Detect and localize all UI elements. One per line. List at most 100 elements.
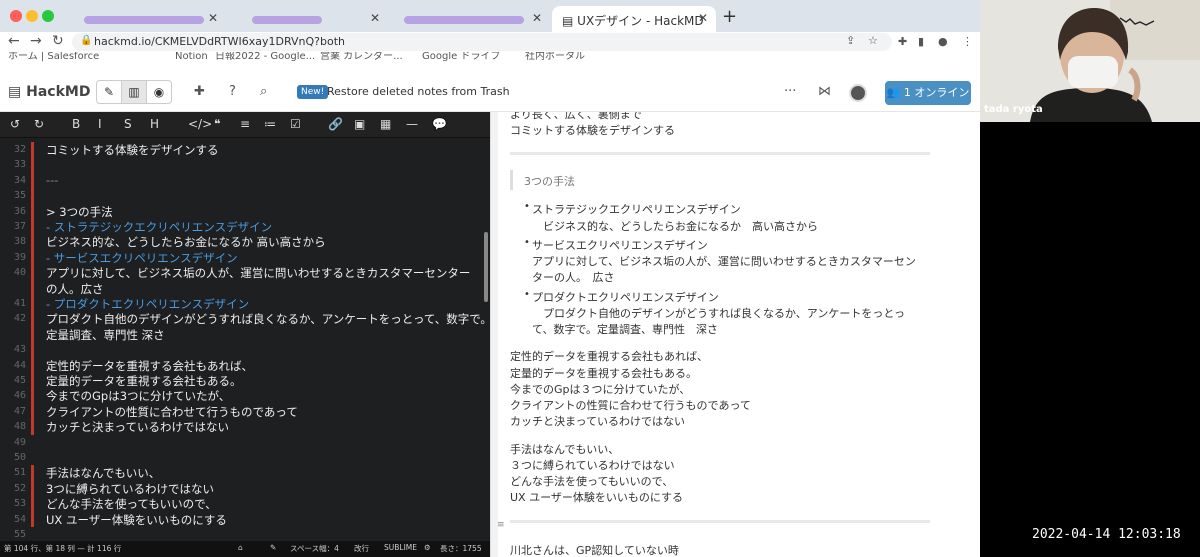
pane-divider[interactable] [490,112,498,557]
back-button[interactable]: ← [8,33,20,49]
maximize-window-button[interactable] [42,10,54,22]
sidepanel-icon[interactable]: ▮ [918,35,924,48]
code-line[interactable]: どんな手法を使ってもいいので、 [46,496,486,512]
profile-avatar[interactable]: ● [938,35,948,48]
checkbox-icon[interactable]: ☑ [290,117,301,131]
brush-icon[interactable]: ✎ [270,543,276,552]
timestamp: 2022-04-14 12:03:18 [1032,527,1181,542]
new-tab-button[interactable]: + [722,6,737,27]
bookmark-item[interactable]: 営業 カレンダー... [320,52,403,62]
preview-text: どんな手法を使ってもいいので、 [510,475,674,488]
announcement-link[interactable]: Restore deleted notes from Trash [327,85,510,98]
horizontal-line-icon[interactable]: — [406,117,418,131]
browser-tab[interactable]: ✕ [60,6,226,32]
italic-icon[interactable]: I [98,117,102,131]
keymap-setting[interactable]: SUBLIME [384,543,417,552]
line-gutter: 32 33 34 35 36 37 38 39 40 41 42 43 44 45 46 47 48 49 50 51… [0,138,30,540]
code-line[interactable]: - サービスエクリペリエンスデザイン [46,250,486,266]
menu-icon[interactable]: ⋮ [962,35,973,48]
bookmark-item[interactable]: 日報2022 - Google... [215,52,315,62]
change-marker [31,403,34,420]
lock-icon[interactable]: ⌂ [238,543,243,552]
both-mode-columns-icon[interactable]: ▥ [122,81,147,103]
search-icon[interactable]: ⌕ [260,84,267,99]
markdown-editor[interactable]: ↺ ↻ B I S H </> ❝ ≡ ≔ ☑ 🔗 ▣ ▦ — 💬 32 33 34 35 36 37 38 39 40 41 4… [0,112,490,557]
quote-icon[interactable]: ❝ [214,117,220,131]
browser-tab[interactable]: ✕ [390,6,550,32]
view-mode-eye-icon[interactable]: ◉ [147,81,171,103]
close-icon[interactable]: ✕ [698,11,708,25]
code-line[interactable]: アプリに対して、ビジネス垢の人が、運営に問いわせするときカスタマーセンター [46,265,486,281]
close-icon[interactable]: ✕ [532,11,542,25]
bold-icon[interactable]: B [72,117,80,131]
line-number: 39 [13,251,26,263]
bookmark-item[interactable]: Google ドライブ [422,52,500,62]
code-line[interactable]: --- [46,173,486,187]
edit-mode-pencil-icon[interactable]: ✎ [97,81,122,103]
extensions-icon[interactable]: ✚ [898,35,907,48]
lock-icon: 🔒 [80,35,93,46]
bullet-body: アプリに対して、ビジネス垢の人が、運営に問いわせするときカスタマーセン [532,255,916,268]
close-icon[interactable]: ✕ [370,11,380,25]
line-number: 51 [13,467,26,479]
code-line[interactable]: UX ユーザー体験をいいものにする [46,512,486,528]
bookmark-item[interactable]: Notion [175,52,208,62]
code-line[interactable]: 定量的データを重視する会社もある。 [46,373,486,389]
code-line[interactable]: > 3つの手法 [46,204,486,220]
code-line[interactable]: 定性的データを重視する会社もあれば、 [46,358,486,374]
code-line[interactable]: 定量調査、専門性 深さ [46,327,486,343]
bullet-list-icon[interactable]: ≡ [240,117,250,131]
bookmark-star-icon[interactable]: ☆ [868,34,878,47]
reload-button[interactable]: ↻ [52,33,64,49]
code-line[interactable]: 今までのGpは3つに分けていたが、 [46,388,486,404]
editor-scrollbar[interactable] [484,232,488,302]
code-line[interactable]: ビジネス的な、どうしたらお金になるか 高い高さから [46,234,486,250]
url-text: hackmd.io/CKMELVDdRTWI6xay1DRVnQ?both [94,35,345,48]
numbered-list-icon[interactable]: ≔ [264,117,276,131]
code-line[interactable]: クライアントの性質に合わせて行うものであって [46,404,486,420]
code-line[interactable]: - ストラテジックエクリペリエンスデザイン [46,219,486,235]
preview-text: 定性的データを重視する会社もあれば、 [510,350,708,363]
bookmark-item[interactable]: ホーム | Salesforce [8,52,99,62]
newline-setting[interactable]: 改行 [354,543,369,554]
comment-icon[interactable]: 💬 [432,117,447,131]
bookmark-item[interactable]: 社内ポータル [525,52,585,62]
code-line[interactable]: 3つに縛られているわけではない [46,481,486,497]
online-users-button[interactable]: 👥 1 オンライン [885,81,971,105]
table-icon[interactable]: ▦ [380,117,391,131]
code-line[interactable]: の人。広さ [46,281,486,297]
strikethrough-icon[interactable]: S [124,117,132,131]
plus-icon[interactable]: ✚ [194,84,205,99]
image-icon[interactable]: ▣ [354,117,365,131]
undo-icon[interactable]: ↺ [10,117,20,131]
code-line[interactable]: コミットする体験をデザインする [46,142,486,158]
heading-icon[interactable]: H [150,117,159,131]
change-marker [31,188,34,204]
redo-icon[interactable]: ↻ [34,117,44,131]
code-icon[interactable]: </> [188,117,212,131]
forward-button[interactable]: → [30,33,42,49]
close-icon[interactable]: ✕ [208,11,218,25]
browser-tab-active[interactable]: ▤ UXデザイン - HackMD ✕ [552,6,716,32]
browser-tab[interactable]: ✕ [228,6,388,32]
code-line[interactable]: 手法はなんでもいい、 [46,465,486,481]
wrench-icon[interactable]: ⚙ [424,543,431,552]
share-icon[interactable]: ⇪ [846,34,855,47]
code-line[interactable]: カッチと決まっているわけではない [46,419,486,435]
preview-text: クライアントの性質に合わせて行うものであって [510,399,751,412]
change-marker [31,219,34,235]
indent-setting[interactable]: スペース幅：4 [290,543,339,554]
link-icon[interactable]: 🔗 [328,117,343,131]
url-field[interactable]: 🔒 hackmd.io/CKMELVDdRTWI6xay1DRVnQ?both … [72,33,892,51]
help-icon[interactable]: ? [229,84,236,99]
close-window-button[interactable] [10,10,22,22]
hackmd-logo: ▤ HackMD [8,84,90,100]
more-menu-icon[interactable]: ··· [784,84,796,99]
share-icon[interactable]: ⋈ [818,84,831,99]
minimize-window-button[interactable] [26,10,38,22]
code-line[interactable]: - プロダクトエクリペリエンスデザイン [46,296,486,312]
user-avatar[interactable] [849,84,867,102]
resize-handle-icon[interactable]: ≡ [497,520,505,530]
code-line[interactable]: プロダクト自他のデザインがどうすれば良くなるか、アンケートをっとって、数字で。 [46,311,486,327]
blockquote-bar [510,170,513,190]
